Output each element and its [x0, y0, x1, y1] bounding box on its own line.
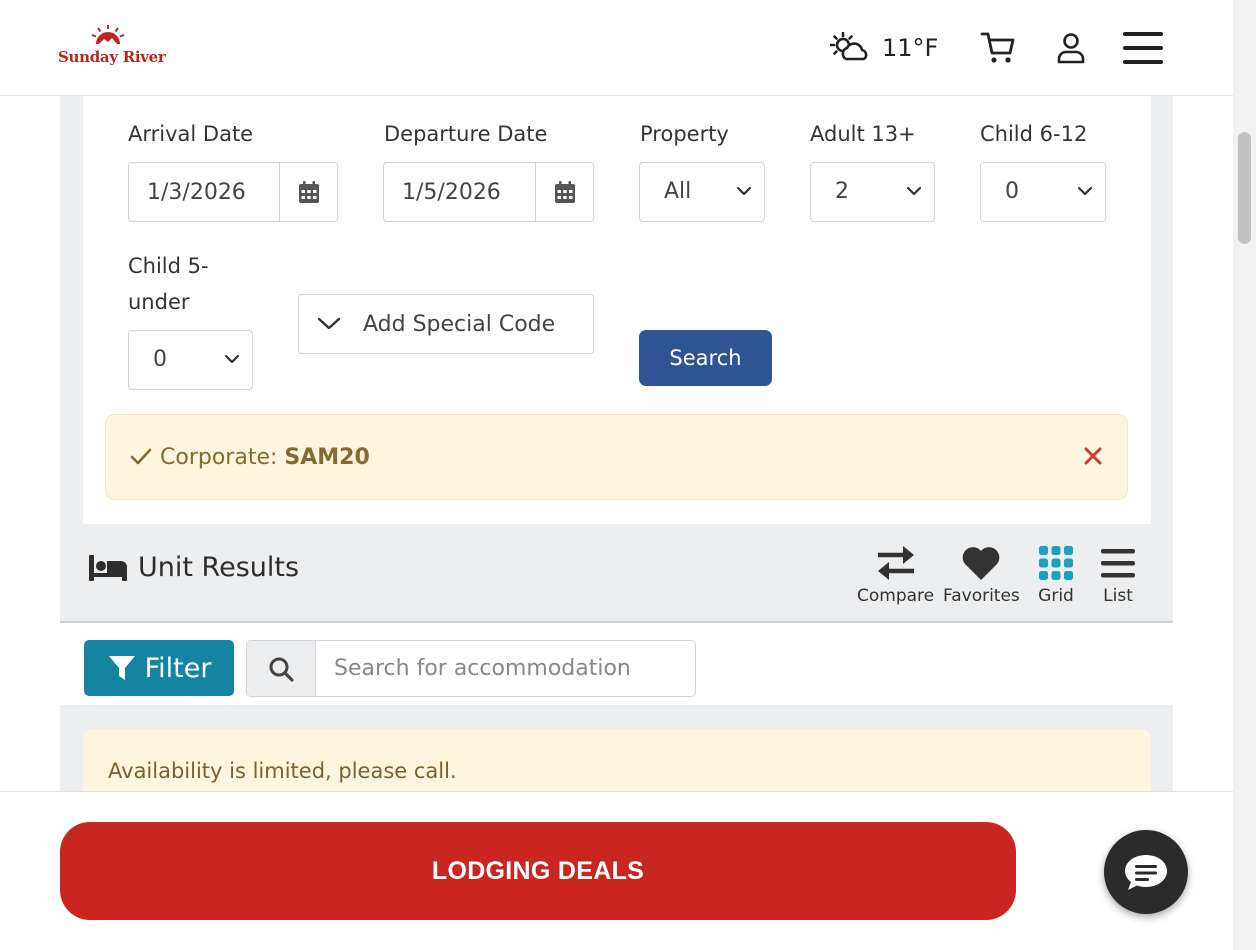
availability-alert-text: Availability is limited, please call. [108, 759, 457, 783]
sunday-river-logo[interactable]: Sunday River [58, 24, 166, 72]
departure-date-field[interactable]: 1/5/2026 [383, 162, 594, 222]
chat-bubble-icon [1125, 855, 1167, 890]
logo-text: Sunday River [58, 48, 166, 66]
sticky-footer: LODGING DEALS [0, 791, 1233, 950]
search-icon [269, 657, 294, 682]
list-label: List [1103, 586, 1133, 606]
arrival-date-label: Arrival Date [128, 122, 254, 146]
heart-icon [963, 547, 1000, 580]
child-6-12-select-value: 0 [1005, 179, 1019, 204]
promo-code: SAM20 [284, 444, 370, 470]
chevron-down-icon [1077, 186, 1093, 196]
adult-select[interactable]: 2 [810, 162, 935, 222]
favorites-toggle[interactable]: Favorites [943, 544, 1020, 606]
arrival-calendar-button[interactable] [279, 163, 337, 221]
compare-arrows-icon [877, 546, 914, 580]
add-special-code-toggle[interactable]: Add Special Code [298, 294, 594, 354]
arrival-date-field[interactable]: 1/3/2026 [128, 162, 338, 222]
temperature: 11°F [882, 34, 939, 62]
lodging-deals-button[interactable]: LODGING DEALS [60, 822, 1016, 920]
checkmark-icon [130, 448, 152, 465]
child-5-under-label-line2: under [128, 290, 190, 314]
user-icon [1057, 33, 1085, 64]
child-6-12-select[interactable]: 0 [980, 162, 1106, 222]
weather-widget[interactable]: 11°F [830, 28, 938, 68]
property-select[interactable]: All [639, 162, 765, 222]
grid-icon [1039, 546, 1073, 580]
site-header: Sunday River 11°F [0, 0, 1233, 96]
bed-icon [89, 554, 127, 581]
search-addon[interactable] [247, 641, 316, 696]
promo-code-banner: Corporate: SAM20 [105, 414, 1128, 500]
filter-button[interactable]: Filter [84, 640, 234, 696]
child-6-12-label: Child 6-12 [980, 122, 1088, 146]
filter-funnel-icon [108, 656, 135, 680]
add-special-code-label: Add Special Code [363, 311, 556, 337]
promo-prefix: Corporate: [160, 444, 278, 470]
compare-toggle[interactable]: Compare [857, 544, 934, 606]
chevron-down-icon [317, 317, 341, 330]
departure-date-value: 1/5/2026 [402, 179, 501, 205]
favorites-label: Favorites [943, 586, 1020, 606]
account-button[interactable] [1051, 28, 1091, 68]
promo-text: Corporate: SAM20 [160, 445, 370, 470]
cart-button[interactable] [978, 28, 1018, 68]
unit-results-title: Unit Results [138, 552, 300, 583]
accommodation-search-input[interactable] [316, 641, 695, 696]
unit-results-bar: Unit Results Compare Favorites Grid List [60, 524, 1173, 623]
arrival-date-value: 1/3/2026 [147, 179, 246, 205]
sun-cloud-icon [830, 32, 868, 61]
accommodation-search-group [246, 640, 696, 697]
menu-button[interactable] [1121, 28, 1165, 68]
departure-date-label: Departure Date [384, 122, 548, 146]
calendar-icon [554, 181, 575, 203]
chevron-down-icon [906, 186, 922, 196]
grid-view-toggle[interactable]: Grid [1037, 544, 1075, 606]
child-5-under-select-value: 0 [153, 347, 167, 372]
grid-label: Grid [1038, 586, 1074, 606]
cart-icon [980, 32, 1015, 63]
list-view-toggle[interactable]: List [1100, 544, 1136, 606]
chevron-down-icon [224, 354, 240, 364]
property-select-value: All [664, 179, 692, 204]
search-button[interactable]: Search [639, 330, 772, 386]
compare-label: Compare [857, 586, 935, 606]
sunrise-logo-icon [91, 25, 125, 44]
adult-select-value: 2 [835, 179, 849, 204]
chevron-down-icon [736, 186, 752, 196]
calendar-icon [298, 181, 319, 203]
hamburger-menu-icon [1123, 32, 1163, 64]
adult-label: Adult 13+ [810, 122, 916, 146]
list-icon [1101, 549, 1135, 578]
unit-results-heading: Unit Results [88, 552, 299, 583]
scrollbar-thumb[interactable] [1238, 132, 1251, 244]
child-5-under-select[interactable]: 0 [128, 330, 253, 390]
filter-button-label: Filter [144, 652, 212, 684]
page-scrollbar[interactable] [1233, 0, 1256, 950]
property-label: Property [640, 122, 729, 146]
child-5-under-label-line1: Child 5- [128, 254, 209, 278]
remove-promo-close-icon[interactable] [1083, 446, 1103, 466]
departure-calendar-button[interactable] [535, 163, 593, 221]
chat-button[interactable] [1104, 830, 1188, 914]
